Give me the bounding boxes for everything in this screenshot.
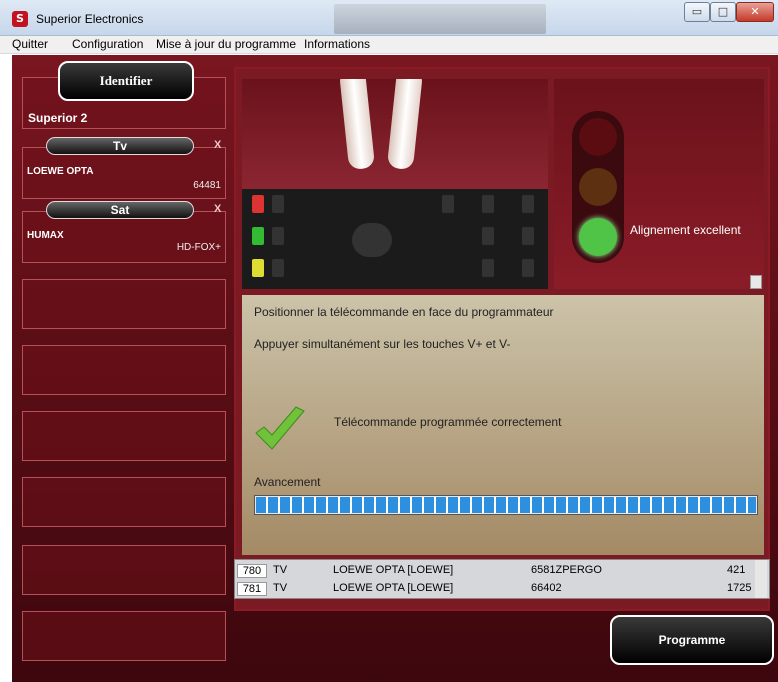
remote-key	[482, 227, 494, 245]
remote-key	[522, 259, 534, 277]
checkmark-icon	[255, 406, 305, 450]
empty-slot[interactable]	[22, 545, 226, 595]
menu-bar: Quitter Configuration Mise à jour du pro…	[0, 36, 778, 54]
signal-panel: Alignement excellent	[554, 79, 764, 289]
slot-sat-pill[interactable]: Sat	[46, 201, 194, 219]
codes-table: 780 TV LOEWE OPTA [LOEWE] 6581ZPERGO 421…	[234, 559, 770, 599]
row-number: 781	[237, 582, 267, 596]
instruction-area: Positionner la télécommande en face du p…	[242, 295, 764, 555]
traffic-light	[572, 111, 624, 263]
hand-image	[242, 79, 548, 189]
remote-key	[442, 195, 454, 213]
program-button[interactable]: Programme	[610, 615, 774, 665]
slot-sat-brand: HUMAX	[27, 230, 64, 241]
instruction-line-1: Positionner la télécommande en face du p…	[254, 305, 554, 319]
app-logo-icon: S	[12, 11, 28, 27]
row-value: 421	[727, 564, 746, 576]
slot-tv-code: 64481	[193, 180, 221, 191]
remote-key	[272, 259, 284, 277]
row-type: TV	[273, 582, 288, 594]
remote-key	[252, 227, 264, 245]
menu-configuration[interactable]: Configuration	[72, 37, 143, 51]
scroll-thumb[interactable]	[750, 275, 762, 289]
empty-slot[interactable]	[22, 477, 226, 527]
alignment-status: Alignement excellent	[630, 223, 741, 237]
instruction-line-2: Appuyer simultanément sur les touches V+…	[254, 337, 511, 351]
remote-key	[272, 227, 284, 245]
menu-update[interactable]: Mise à jour du programme	[156, 37, 296, 51]
remote-key	[252, 195, 264, 213]
remove-tv-icon[interactable]: X	[214, 139, 221, 151]
row-model: LOEWE OPTA [LOEWE]	[333, 582, 454, 594]
remote-dpad	[352, 223, 392, 257]
window-title: Superior Electronics	[36, 12, 144, 26]
finger-shape	[386, 79, 424, 171]
finger-shape	[338, 79, 376, 171]
green-light-icon	[579, 218, 617, 256]
table-row[interactable]: 780 TV LOEWE OPTA [LOEWE] 6581ZPERGO 421	[235, 562, 755, 580]
empty-slot[interactable]	[22, 611, 226, 661]
success-message: Télécommande programmée correctement	[334, 415, 562, 429]
maximize-button[interactable]: □	[710, 2, 736, 22]
remote-key	[522, 227, 534, 245]
empty-slot[interactable]	[22, 279, 226, 329]
empty-slot[interactable]	[22, 345, 226, 395]
title-bar: S Superior Electronics ▭ □ ✕	[0, 0, 778, 36]
table-scrollbar[interactable]	[755, 560, 767, 598]
app-panel: Identifier Superior 2 LOEWE OPTA 64481 T…	[12, 55, 778, 682]
row-code: 6581ZPERGO	[531, 564, 602, 576]
identify-button[interactable]: Identifier	[58, 61, 194, 101]
main-content: Alignement excellent Positionner la télé…	[234, 67, 770, 611]
row-value: 1725	[727, 582, 752, 594]
remote-key	[272, 195, 284, 213]
row-code: 66402	[531, 582, 562, 594]
remote-key	[522, 195, 534, 213]
remote-key	[482, 259, 494, 277]
remote-key	[482, 195, 494, 213]
menu-informations[interactable]: Informations	[304, 37, 370, 51]
remote-key	[252, 259, 264, 277]
progress-fill	[256, 497, 756, 513]
slot-tv-brand: LOEWE OPTA	[27, 166, 94, 177]
progress-label: Avancement	[254, 475, 321, 489]
close-button[interactable]: ✕	[736, 2, 774, 22]
orange-light-icon	[579, 168, 617, 206]
remote-photo	[242, 79, 548, 289]
row-type: TV	[273, 564, 288, 576]
empty-slot[interactable]	[22, 411, 226, 461]
slot-tv-pill[interactable]: Tv	[46, 137, 194, 155]
minimize-button[interactable]: ▭	[684, 2, 710, 22]
menu-quitter[interactable]: Quitter	[12, 37, 48, 51]
red-light-icon	[579, 118, 617, 156]
background-blur	[334, 4, 546, 34]
table-row[interactable]: 781 TV LOEWE OPTA [LOEWE] 66402 1725	[235, 580, 755, 598]
slot-sat-code: HD-FOX+	[176, 242, 221, 253]
remote-control-image	[242, 189, 548, 289]
progress-bar	[254, 495, 758, 515]
device-title: Superior 2	[28, 111, 88, 125]
row-model: LOEWE OPTA [LOEWE]	[333, 564, 454, 576]
row-number: 780	[237, 564, 267, 578]
remove-sat-icon[interactable]: X	[214, 203, 221, 215]
